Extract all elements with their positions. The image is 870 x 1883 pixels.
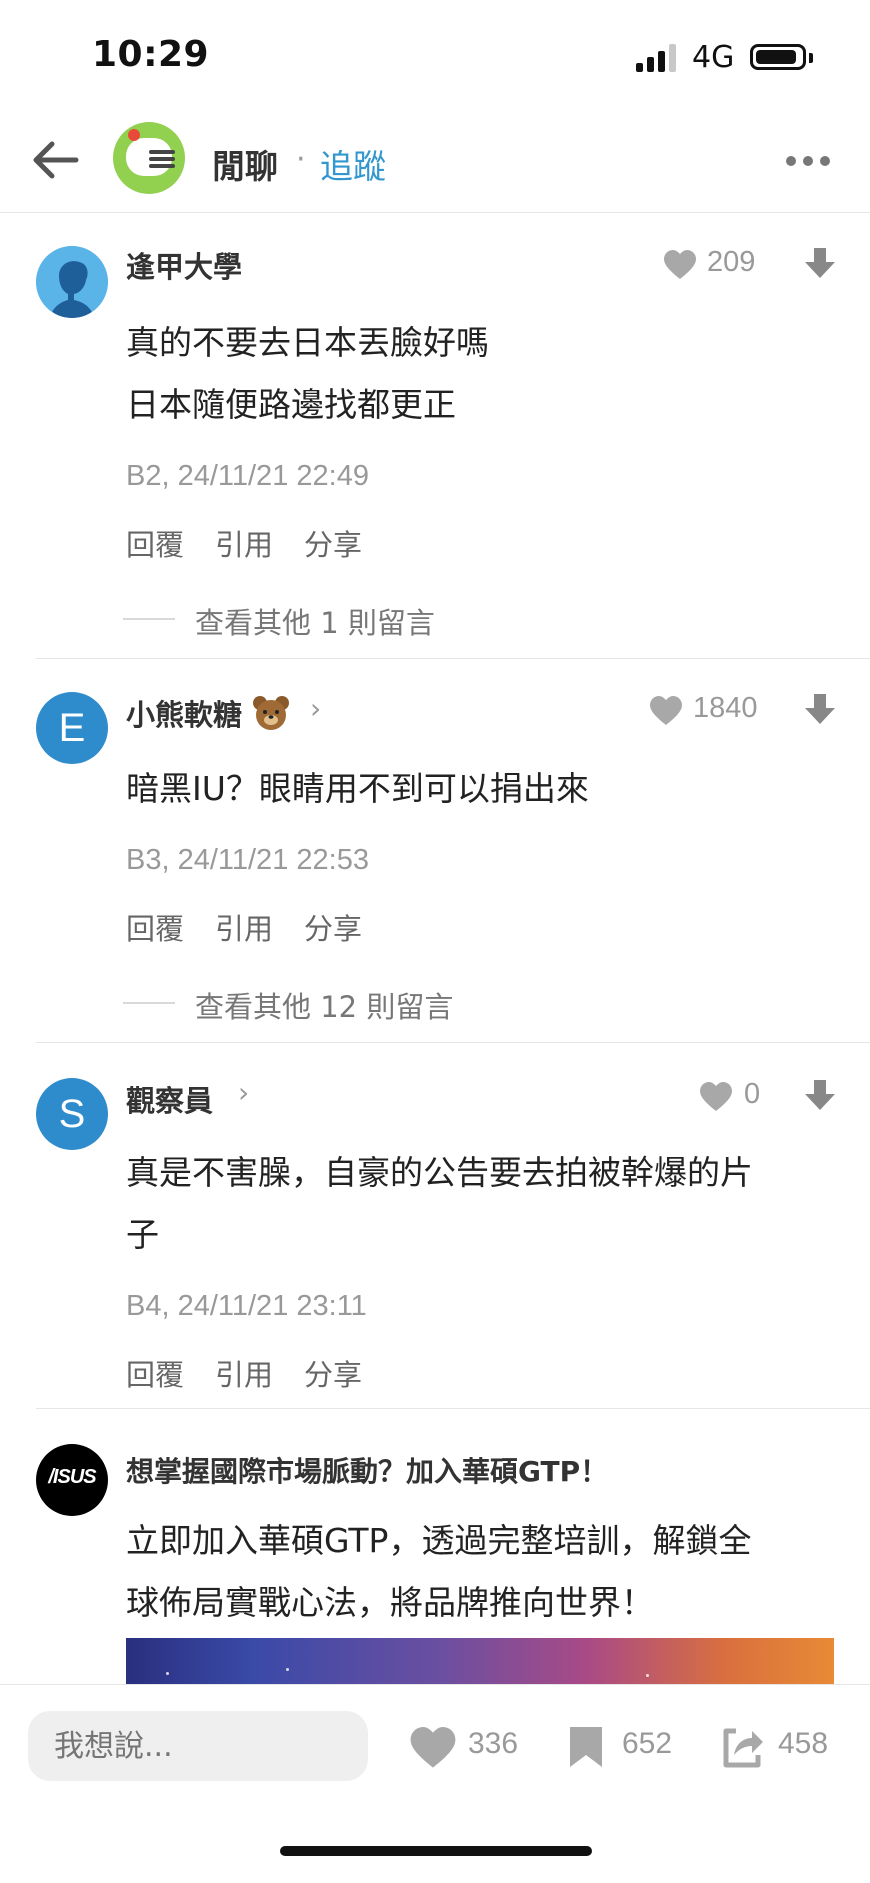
ad-text: 球佈局實戰心法，將品牌推向世界！ [126, 1583, 654, 1622]
asus-logo-text: /ISUS [48, 1466, 96, 1488]
divider [36, 658, 870, 659]
cellular-signal-icon [636, 44, 680, 72]
like-button[interactable]: 1840 [650, 692, 774, 732]
heart-icon [410, 1727, 456, 1768]
bookmark-button[interactable]: 652 [568, 1725, 688, 1769]
battery-icon [750, 44, 806, 70]
chevron-right-icon[interactable]: › [238, 1076, 249, 1109]
like-count: 0 [744, 1078, 761, 1110]
school-avatar-icon [36, 246, 108, 318]
share-button[interactable]: 分享 [304, 1352, 362, 1394]
back-button[interactable] [28, 136, 80, 184]
comment-text: 子 [126, 1215, 159, 1254]
like-count: 209 [707, 246, 756, 278]
downvote-button[interactable] [802, 692, 838, 728]
downvote-button[interactable] [802, 1078, 838, 1114]
asus-logo[interactable]: /ISUS [36, 1444, 108, 1516]
comment-author[interactable]: 小熊軟糖 [126, 692, 290, 734]
down-arrow-icon [805, 248, 835, 278]
notification-dot [128, 129, 140, 141]
bookmark-icon [570, 1727, 602, 1767]
heart-icon [664, 250, 696, 279]
more-icon [786, 156, 796, 166]
heart-icon [650, 696, 682, 725]
divider [36, 1042, 870, 1043]
battery-cap [809, 53, 813, 63]
board-icon[interactable] [113, 122, 185, 194]
share-button[interactable]: 分享 [304, 906, 362, 948]
like-button[interactable]: 0 [700, 1078, 770, 1118]
like-button[interactable]: 209 [664, 246, 774, 286]
comment-text: 日本隨便路邊找都更正 [126, 385, 456, 424]
header-separator: · [296, 142, 306, 177]
comment-text: 暗黑IU？眼睛用不到可以捐出來 [126, 769, 589, 808]
post-like-count: 336 [468, 1727, 519, 1760]
more-options-button[interactable] [784, 148, 832, 172]
share-count: 458 [778, 1727, 829, 1760]
share-icon [723, 1728, 763, 1768]
heart-icon [700, 1082, 732, 1111]
share-button[interactable]: 分享 [304, 522, 362, 564]
quote-button[interactable]: 引用 [215, 522, 273, 564]
ad-title[interactable]: 想掌握國際市場脈動？加入華碩GTP！ [126, 1450, 608, 1490]
chat-bubble-icon [126, 138, 175, 176]
comment-author[interactable]: 觀察員 [126, 1078, 213, 1120]
back-arrow-icon [33, 141, 79, 179]
avatar[interactable]: E [36, 692, 108, 764]
reply-button[interactable]: 回覆 [126, 522, 184, 564]
ad-banner-image[interactable] [126, 1638, 834, 1686]
downvote-button[interactable] [802, 246, 838, 282]
chevron-right-icon[interactable]: › [310, 692, 321, 725]
status-time: 10:29 [92, 34, 210, 75]
board-header: 閒聊 · 追蹤 [0, 108, 870, 213]
down-arrow-icon [805, 1080, 835, 1110]
avatar[interactable]: S [36, 1078, 108, 1150]
share-post-button[interactable]: 458 [720, 1725, 840, 1769]
comment-meta: B3, 24/11/21 22:53 [126, 844, 369, 876]
divider [36, 1408, 870, 1409]
view-more-replies[interactable]: 查看其他 12 則留言 [123, 984, 543, 1024]
view-more-replies[interactable]: 查看其他 1 則留言 [123, 600, 523, 640]
quote-button[interactable]: 引用 [215, 906, 273, 948]
follow-button[interactable]: 追蹤 [320, 140, 386, 188]
like-post-button[interactable]: 336 [410, 1725, 530, 1769]
comment-input[interactable] [28, 1711, 368, 1781]
board-name[interactable]: 閒聊 [212, 140, 278, 188]
comment-text: 真的不要去日本丟臉好嗎 [126, 323, 489, 362]
down-arrow-icon [805, 694, 835, 724]
comment-author[interactable]: 逢甲大學 [126, 244, 242, 286]
avatar[interactable] [36, 246, 108, 318]
comment-text: 真是不害臊，自豪的公告要去拍被幹爆的片 [126, 1153, 753, 1192]
reply-button[interactable]: 回覆 [126, 1352, 184, 1394]
quote-button[interactable]: 引用 [215, 1352, 273, 1394]
reply-button[interactable]: 回覆 [126, 906, 184, 948]
network-type: 4G [692, 40, 735, 75]
like-count: 1840 [693, 692, 758, 724]
home-indicator[interactable] [280, 1846, 592, 1856]
comment-meta: B4, 24/11/21 23:11 [126, 1290, 367, 1322]
bookmark-count: 652 [622, 1727, 673, 1760]
bear-emoji-icon [253, 696, 290, 730]
comment-meta: B2, 24/11/21 22:49 [126, 460, 369, 492]
ad-text: 立即加入華碩GTP，透過完整培訓，解鎖全 [126, 1521, 752, 1560]
